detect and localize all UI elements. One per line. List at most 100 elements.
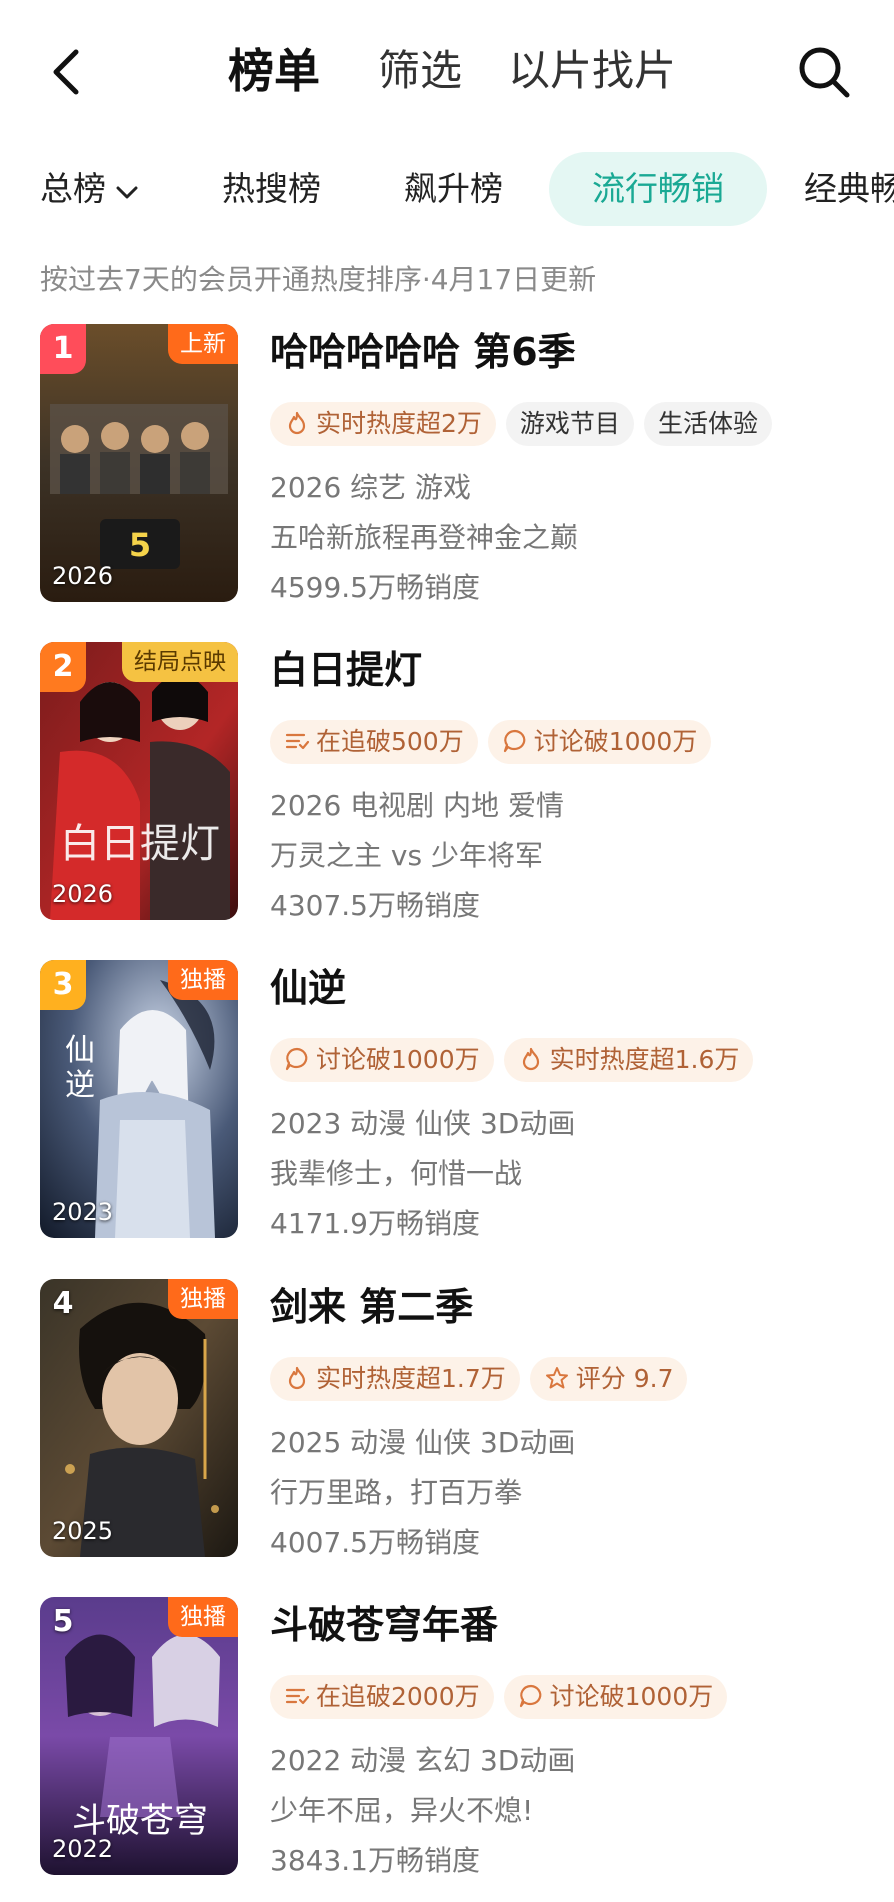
item-tagline: 我辈修士，何惜一战: [270, 1157, 523, 1190]
new-tag: 上新: [168, 324, 238, 364]
list-item[interactable]: 5 1 上新 2026 哈哈哈哈哈 第6季 实时热度超2万 游戏节目 生活体验 20…: [0, 324, 894, 606]
star-icon: [545, 1367, 568, 1389]
chevron-down-icon: [114, 154, 140, 228]
poster-year: 2026: [52, 562, 114, 590]
item-sales: 4307.5万畅销度: [270, 889, 480, 922]
chip-text: 在追破500万: [316, 727, 464, 756]
chip-text: 讨论破1000万: [533, 727, 698, 756]
item-tagline: 少年不屈，异火不熄!: [270, 1794, 534, 1827]
item-tagline: 行万里路，打百万拳: [270, 1476, 523, 1509]
item-title[interactable]: 剑来 第二季: [270, 1283, 473, 1331]
finale-tag: 结局点映: [122, 642, 238, 682]
top-bar: 榜单 筛选 以片找片: [0, 0, 894, 150]
item-tagline: 万灵之主 vs 少年将军: [270, 839, 543, 872]
list-icon: [285, 1688, 310, 1705]
poster-year: 2026: [52, 880, 114, 908]
tab-classic[interactable]: 经典畅: [804, 152, 894, 226]
comment-icon: [285, 1047, 308, 1071]
item-title[interactable]: 白日提灯: [270, 646, 422, 694]
heat-chip: 实时热度超1.7万: [270, 1357, 520, 1401]
poster[interactable]: 仙 逆 3 独播 2023: [40, 960, 238, 1238]
category-tabs: 总榜 热搜榜 飙升榜 流行畅销 经典畅: [0, 152, 894, 232]
item-sales: 4599.5万畅销度: [270, 571, 480, 604]
rank-badge: 3: [40, 960, 86, 1010]
chip-text: 讨论破1000万: [316, 1045, 480, 1074]
tab-popular[interactable]: 流行畅销: [549, 152, 767, 226]
svg-text:逆: 逆: [65, 1068, 95, 1103]
following-chip: 在追破500万: [270, 720, 478, 764]
following-chip: 在追破2000万: [270, 1675, 494, 1719]
rank-badge: 1: [40, 324, 86, 374]
rank-badge: 2: [40, 642, 86, 692]
comment-icon: [519, 1684, 541, 1708]
exclusive-tag: 独播: [168, 1597, 238, 1637]
list-item[interactable]: 4 独播 2025 剑来 第二季 实时热度超1.7万 评分 9.7 2025 动漫…: [0, 1279, 894, 1561]
list-icon: [285, 733, 310, 750]
genre-chip: 生活体验: [643, 402, 772, 446]
item-meta: 2026 综艺 游戏: [270, 471, 472, 504]
tab-rising[interactable]: 飙升榜: [404, 152, 503, 226]
page-title[interactable]: 榜单: [228, 42, 320, 100]
discussion-chip: 讨论破1000万: [270, 1038, 494, 1082]
flame-icon: [288, 1366, 306, 1390]
poster-year: 2025: [52, 1517, 114, 1545]
chip-row: 在追破500万 讨论破1000万: [270, 720, 721, 764]
item-title[interactable]: 仙逆: [270, 964, 346, 1012]
svg-text:仙: 仙: [65, 1033, 95, 1068]
discussion-chip: 讨论破1000万: [503, 1675, 728, 1719]
item-meta: 2022 动漫 玄幻 3D动画: [270, 1744, 576, 1777]
chip-text: 在追破2000万: [316, 1682, 480, 1711]
list-item[interactable]: 斗破苍穹 5 独播 2022 斗破苍穹年番 在追破2000万 讨论破1000万 2…: [0, 1597, 894, 1879]
item-title[interactable]: 斗破苍穹年番: [270, 1601, 498, 1649]
photo-search-tab[interactable]: 以片找片: [508, 42, 676, 100]
chip-text: 讨论破1000万: [549, 1682, 714, 1711]
genre-chip: 游戏节目: [505, 402, 634, 446]
heat-chip: 实时热度超1.6万: [503, 1038, 754, 1082]
item-sales: 4007.5万畅销度: [270, 1526, 480, 1559]
flame-icon: [288, 411, 306, 435]
tab-total-label: 总榜: [40, 169, 106, 208]
search-icon: [799, 47, 850, 98]
poster[interactable]: 斗破苍穹 5 独播 2022: [40, 1597, 238, 1875]
list-item[interactable]: 白日提灯 2 结局点映 2026 白日提灯 在追破500万 讨论破1000万 20…: [0, 642, 894, 924]
flame-icon: [522, 1047, 539, 1071]
chip-row: 实时热度超2万 游戏节目 生活体验: [270, 402, 782, 446]
item-sales: 4171.9万畅销度: [270, 1207, 480, 1240]
poster-year: 2023: [52, 1198, 114, 1226]
item-tagline: 五哈新旅程再登神金之巅: [270, 521, 579, 554]
ranking-description: 按过去7天的会员开通热度排序·4月17日更新: [40, 263, 597, 296]
item-meta: 2025 动漫 仙侠 3D动画: [270, 1426, 576, 1459]
list-item[interactable]: 仙 逆 3 独播 2023 仙逆 讨论破1000万 实时热度超1.6万 2023 …: [0, 960, 894, 1242]
chip-row: 在追破2000万 讨论破1000万: [270, 1675, 737, 1719]
rank-badge: 4: [52, 1286, 74, 1321]
chip-row: 讨论破1000万 实时热度超1.6万: [270, 1038, 763, 1082]
item-meta: 2026 电视剧 内地 爱情: [270, 789, 564, 822]
poster[interactable]: 5 1 上新 2026: [40, 324, 238, 602]
item-title[interactable]: 哈哈哈哈哈 第6季: [270, 328, 576, 376]
rating-chip: 评分 9.7: [529, 1357, 688, 1401]
svg-text:5: 5: [129, 526, 151, 564]
chip-text: 评分 9.7: [575, 1364, 674, 1393]
chip-text: 实时热度超1.7万: [316, 1364, 506, 1393]
discussion-chip: 讨论破1000万: [487, 720, 712, 764]
chip-row: 实时热度超1.7万 评分 9.7: [270, 1357, 697, 1401]
search-button[interactable]: [796, 44, 852, 100]
rank-badge: 5: [52, 1604, 74, 1639]
exclusive-tag: 独播: [168, 960, 238, 1000]
chip-text: 实时热度超2万: [316, 409, 482, 438]
exclusive-tag: 独播: [168, 1279, 238, 1319]
poster[interactable]: 白日提灯 2 结局点映 2026: [40, 642, 238, 920]
chip-text: 实时热度超1.6万: [549, 1045, 740, 1074]
svg-text:白日提灯: 白日提灯: [60, 821, 220, 867]
chevron-left-icon: [53, 49, 79, 95]
poster[interactable]: 4 独播 2025: [40, 1279, 238, 1557]
poster-year: 2022: [52, 1835, 114, 1863]
item-meta: 2023 动漫 仙侠 3D动画: [270, 1107, 576, 1140]
tab-total[interactable]: 总榜: [40, 152, 140, 226]
heat-chip: 实时热度超2万: [270, 402, 496, 446]
item-sales: 3843.1万畅销度: [270, 1844, 480, 1877]
tab-hot-search[interactable]: 热搜榜: [222, 152, 321, 226]
back-button[interactable]: [44, 44, 94, 100]
filter-tab[interactable]: 筛选: [378, 42, 462, 100]
comment-icon: [503, 729, 526, 753]
